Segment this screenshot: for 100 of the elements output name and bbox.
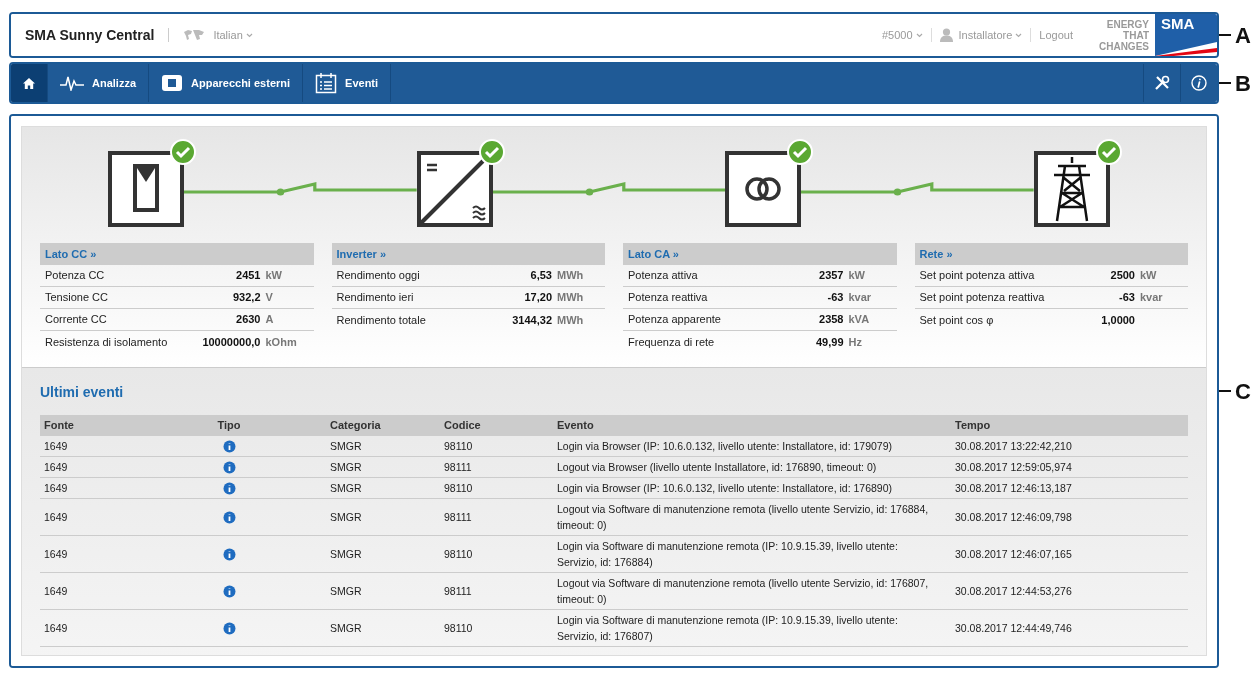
column-header: Evento: [557, 419, 594, 432]
user-icon: [939, 28, 953, 42]
metric-label: Rendimento totale: [336, 312, 427, 328]
metric-unit: kW: [265, 269, 282, 282]
metric-value: -63: [1119, 290, 1135, 306]
metric-unit: kOhm: [265, 335, 297, 348]
metric-value: 932,2: [232, 290, 261, 306]
nav-tab[interactable]: [11, 64, 48, 102]
table-cell: 98110: [444, 548, 473, 560]
metric-label: Tensione CC: [45, 290, 109, 306]
metric-label: Potenza attiva: [628, 268, 699, 284]
panel-header[interactable]: Inverter »: [331, 243, 605, 265]
callout-letter: B: [1234, 69, 1252, 98]
table-cell: 98110: [444, 482, 473, 494]
metric-unit: kVA: [848, 313, 870, 326]
info-icon: [222, 439, 236, 453]
caret-icon: [245, 33, 253, 39]
table-cell: 30.08.2017 12:44:49,746: [955, 622, 1072, 634]
caret-icon: [1015, 33, 1023, 39]
settings-icon: [1154, 75, 1170, 91]
metric-value: 3144,32: [512, 312, 552, 328]
device-dropdown[interactable]: #5000: [881, 26, 923, 44]
metric-unit: kW: [848, 269, 865, 282]
inverter-node-icon: [416, 151, 493, 227]
table-cell: 30.08.2017 13:22:42,210: [955, 440, 1072, 452]
table-cell: 1649: [44, 461, 68, 473]
metric-label: Set point cos φ: [919, 312, 995, 328]
table-cell: Login via Browser (IP: 10.6.0.132, livello utente: Installatore, id: 176890): [557, 482, 893, 494]
metric-label: Set point potenza reattiva: [919, 290, 1046, 306]
table-cell: Logout via Software di manutenzione remota (livello utente Servizio, id: 176884, timeout: 0): [557, 503, 929, 531]
device-icon: [161, 74, 183, 92]
transformer-node-icon: [725, 151, 802, 227]
metric-label: Rendimento oggi: [336, 268, 421, 284]
info-icon: [222, 510, 236, 524]
tagline-line: ENERGY: [1105, 18, 1149, 30]
table-cell: 1649: [44, 440, 68, 452]
table-cell: 1649: [44, 511, 68, 523]
table-cell: 1649: [44, 482, 68, 494]
metric-unit: MWh: [557, 313, 584, 326]
table-cell: Logout via Software di manutenzione remota (livello utente Servizio, id: 176807, timeout: 0): [557, 577, 929, 605]
grid-node-icon: [1034, 151, 1110, 227]
table-cell: SMGR: [330, 482, 362, 494]
table-cell: 98111: [444, 461, 472, 473]
table-cell: Logout via Browser (livello utente Installatore, id: 176890, timeout: 0): [557, 461, 877, 473]
table-cell: SMGR: [330, 511, 362, 523]
callout-letter: C: [1234, 377, 1252, 406]
table-cell: 98111: [444, 585, 472, 597]
panel-header[interactable]: Lato CA »: [623, 243, 897, 265]
world-map-icon: [183, 29, 206, 41]
metric-label: Potenza apparente: [628, 312, 722, 328]
info-icon: [222, 547, 236, 561]
metric-label: Set point potenza attiva: [919, 268, 1036, 284]
table-cell: SMGR: [330, 585, 362, 597]
home-icon: [23, 77, 35, 89]
table-cell: Login via Software di manutenzione remota (IP: 10.9.15.39, livello utente: Servizio, id: 176884): [557, 540, 898, 568]
column-header: Tipo: [217, 419, 241, 432]
panel-header[interactable]: Lato CC »: [40, 243, 314, 265]
column-header: Categoria: [330, 419, 381, 432]
calendar-list-icon: [315, 72, 338, 94]
table-cell: 30.08.2017 12:46:09,798: [955, 511, 1072, 523]
table-cell: 30.08.2017 12:46:07,165: [955, 548, 1072, 560]
metric-unit: kW: [1140, 269, 1157, 282]
metric-value: -63: [827, 290, 844, 306]
metric-value: 2630: [236, 312, 261, 328]
metric-unit: kvar: [1140, 291, 1163, 304]
table-cell: 98110: [444, 440, 473, 452]
metric-value: 10000000,0: [202, 334, 261, 350]
table-cell: 98110: [444, 622, 473, 634]
table-cell: 1649: [44, 585, 68, 597]
table-cell: 30.08.2017 12:44:53,276: [955, 585, 1072, 597]
table-cell: SMGR: [330, 548, 362, 560]
metric-unit: MWh: [557, 269, 584, 282]
section-title: Ultimi eventi: [40, 383, 124, 402]
callout-letter: A: [1234, 21, 1252, 50]
tagline-line: CHANGES: [1099, 40, 1149, 52]
language-dropdown[interactable]: Italian: [213, 26, 253, 44]
metric-value: 1,0000: [1101, 312, 1135, 328]
metric-value: 2500: [1110, 268, 1135, 284]
info-icon: [222, 481, 236, 495]
info-icon: [222, 460, 236, 474]
metric-value: 6,53: [530, 268, 552, 284]
column-header: Tempo: [955, 419, 991, 432]
metric-value: 49,99: [815, 334, 844, 350]
metric-unit: Hz: [848, 335, 862, 348]
pulse-icon: [60, 75, 84, 91]
table-cell: 30.08.2017 12:59:05,974: [955, 461, 1072, 473]
metric-label: Resistenza di isolamento: [45, 334, 169, 350]
table-cell: Login via Software di manutenzione remota (IP: 10.9.15.39, livello utente: Servizio, id: 176807): [557, 614, 898, 642]
user-dropdown[interactable]: Installatore: [958, 26, 1023, 44]
table-cell: SMGR: [330, 440, 362, 452]
panel-header[interactable]: Rete »: [914, 243, 1188, 265]
info-icon: [1191, 75, 1207, 91]
table-cell: Login via Browser (IP: 10.6.0.132, livello utente: Installatore, id: 179079): [557, 440, 893, 452]
table-cell: SMGR: [330, 461, 362, 473]
logout-link[interactable]: Logout: [1039, 26, 1073, 44]
table-cell: SMGR: [330, 622, 362, 634]
table-cell: 98111: [444, 511, 472, 523]
metric-label: Corrente CC: [45, 312, 108, 328]
brand-logo: SMA: [1155, 14, 1217, 56]
column-header: Fonte: [44, 419, 74, 432]
